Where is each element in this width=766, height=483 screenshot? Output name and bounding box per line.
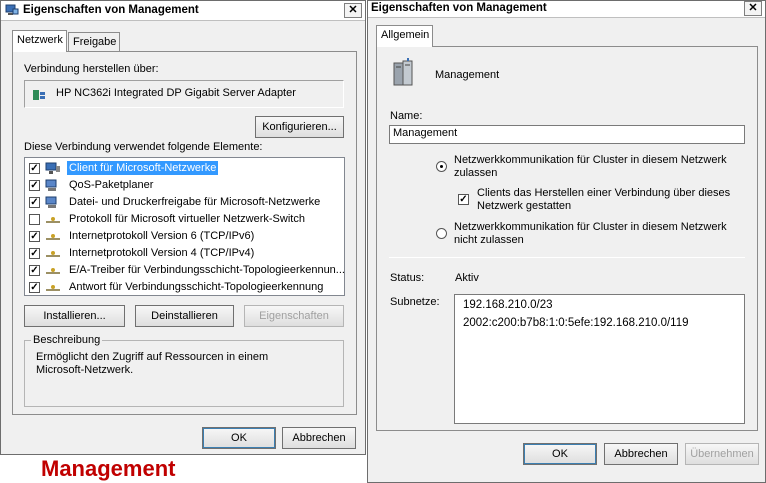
elements-label: Diese Verbindung verwendet folgende Elem… bbox=[24, 141, 263, 153]
list-item[interactable]: ✓ Client für Microsoft-Netzwerke bbox=[29, 160, 339, 177]
subnets-list[interactable]: 192.168.210.0/23 2002:c200:b7b8:1:0:5efe… bbox=[454, 294, 745, 424]
description-legend: Beschreibung bbox=[31, 334, 103, 346]
description-text-line1: Ermöglicht den Zugriff auf Ressourcen in… bbox=[36, 351, 269, 363]
tab-allgemein-label: Allgemein bbox=[381, 29, 430, 41]
allow-clients-checkbox[interactable]: ✓ bbox=[458, 194, 469, 205]
list-item[interactable]: ✓ Internetprotokoll Version 6 (TCP/IPv6) bbox=[29, 228, 339, 245]
component-checkbox[interactable] bbox=[29, 214, 40, 225]
network-adapter-icon bbox=[33, 90, 45, 100]
protocol-icon bbox=[46, 285, 60, 291]
radio-allow-cluster[interactable] bbox=[436, 161, 447, 172]
protocol-icon bbox=[46, 268, 60, 274]
right-properties-dialog: Eigenschaften von Management ✕ Allgemein… bbox=[367, 0, 766, 483]
allow-clients-label-line2: Netzwerk gestatten bbox=[477, 200, 572, 212]
qos-icon bbox=[45, 179, 57, 191]
component-checkbox[interactable]: ✓ bbox=[29, 248, 40, 259]
component-label: Internetprotokoll Version 4 (TCP/IPv4) bbox=[69, 247, 255, 259]
radio-deny-label-line2: nicht zulassen bbox=[454, 234, 524, 246]
tab-freigabe-label: Freigabe bbox=[73, 36, 117, 48]
tab-netzwerk-label: Netzwerk bbox=[17, 34, 63, 46]
status-value: Aktiv bbox=[455, 272, 479, 284]
separator bbox=[389, 257, 745, 258]
component-checkbox[interactable]: ✓ bbox=[29, 231, 40, 242]
network-client-icon bbox=[45, 162, 60, 174]
list-item[interactable]: Protokoll für Microsoft virtueller Netzw… bbox=[29, 211, 339, 228]
name-label: Name: bbox=[390, 110, 423, 122]
allow-clients-label-line1: Clients das Herstellen einer Verbindung … bbox=[477, 187, 731, 199]
radio-allow-label-line1: Netzwerkkommunikation für Cluster in die… bbox=[454, 154, 727, 166]
apply-button[interactable]: Übernehmen bbox=[685, 443, 759, 465]
component-label: QoS-Paketplaner bbox=[69, 179, 154, 191]
protocol-icon bbox=[46, 251, 60, 257]
tab-netzwerk[interactable]: Netzwerk bbox=[12, 30, 67, 52]
left-titlebar[interactable]: Eigenschaften von Management ✕ bbox=[1, 1, 365, 21]
cancel-button[interactable]: Abbrechen bbox=[282, 427, 356, 449]
component-checkbox[interactable]: ✓ bbox=[29, 197, 40, 208]
properties-button[interactable]: Eigenschaften bbox=[244, 305, 344, 327]
radio-allow-label-line2: zulassen bbox=[454, 167, 498, 179]
adapter-name: HP NC362i Integrated DP Gigabit Server A… bbox=[56, 87, 296, 99]
tab-allgemein[interactable]: Allgemein bbox=[376, 25, 433, 47]
network-connection-icon bbox=[5, 4, 19, 15]
list-item: 192.168.210.0/23 bbox=[463, 299, 553, 311]
adapter-field: HP NC362i Integrated DP Gigabit Server A… bbox=[24, 80, 344, 108]
list-item[interactable]: ✓ Datei- und Druckerfreigabe für Microso… bbox=[29, 194, 339, 211]
server-icon bbox=[393, 58, 413, 86]
component-checkbox[interactable]: ✓ bbox=[29, 163, 40, 174]
component-label: Antwort für Verbindungsschicht-Topologie… bbox=[69, 281, 324, 293]
component-checkbox[interactable]: ✓ bbox=[29, 180, 40, 191]
netzwerk-tab-panel: Verbindung herstellen über: HP NC362i In… bbox=[12, 51, 357, 415]
uninstall-button[interactable]: Deinstallieren bbox=[135, 305, 234, 327]
network-name-header: Management bbox=[435, 69, 500, 81]
ok-button[interactable]: OK bbox=[523, 443, 597, 465]
left-window-title: Eigenschaften von Management bbox=[23, 4, 199, 16]
component-label: Client für Microsoft-Netzwerke bbox=[67, 161, 219, 175]
component-label: Datei- und Druckerfreigabe für Microsoft… bbox=[69, 196, 321, 208]
list-item[interactable]: ✓ Antwort für Verbindungsschicht-Topolog… bbox=[29, 279, 339, 296]
component-label: Protokoll für Microsoft virtueller Netzw… bbox=[69, 213, 305, 225]
list-item[interactable]: ✓ QoS-Paketplaner bbox=[29, 177, 339, 194]
description-group: Beschreibung Ermöglicht den Zugriff auf … bbox=[24, 334, 344, 407]
list-item[interactable]: ✓ E/A-Treiber für Verbindungsschicht-Top… bbox=[29, 262, 345, 279]
close-icon[interactable]: ✕ bbox=[744, 1, 762, 16]
component-checkbox[interactable]: ✓ bbox=[29, 265, 40, 276]
protocol-icon bbox=[46, 234, 60, 240]
status-label: Status: bbox=[390, 272, 425, 284]
caption-label: Management bbox=[41, 456, 176, 481]
right-window-title: Eigenschaften von Management bbox=[371, 2, 547, 14]
radio-deny-cluster[interactable] bbox=[436, 228, 447, 239]
install-button[interactable]: Installieren... bbox=[24, 305, 125, 327]
configure-button[interactable]: Konfigurieren... bbox=[255, 116, 344, 138]
description-text-line2: Microsoft-Netzwerk. bbox=[36, 364, 134, 376]
component-label: E/A-Treiber für Verbindungsschicht-Topol… bbox=[69, 264, 345, 276]
right-titlebar[interactable]: Eigenschaften von Management ✕ bbox=[368, 1, 765, 18]
components-list[interactable]: ✓ Client für Microsoft-Netzwerke ✓ QoS-P… bbox=[24, 157, 345, 296]
left-properties-dialog: Eigenschaften von Management ✕ Netzwerk … bbox=[0, 0, 366, 455]
ok-button[interactable]: OK bbox=[202, 427, 276, 449]
allgemein-tab-panel: Management Name: Management Netzwerkkomm… bbox=[376, 46, 758, 431]
subnets-label: Subnetze: bbox=[390, 296, 440, 308]
connect-using-label: Verbindung herstellen über: bbox=[24, 63, 159, 75]
name-input[interactable]: Management bbox=[389, 125, 745, 144]
file-printer-sharing-icon bbox=[45, 196, 57, 208]
protocol-icon bbox=[46, 217, 60, 223]
close-icon[interactable]: ✕ bbox=[344, 3, 362, 18]
tab-freigabe[interactable]: Freigabe bbox=[68, 32, 120, 52]
component-label: Internetprotokoll Version 6 (TCP/IPv6) bbox=[69, 230, 255, 242]
radio-deny-label-line1: Netzwerkkommunikation für Cluster in die… bbox=[454, 221, 727, 233]
list-item[interactable]: ✓ Internetprotokoll Version 4 (TCP/IPv4) bbox=[29, 245, 339, 262]
cancel-button[interactable]: Abbrechen bbox=[604, 443, 678, 465]
component-checkbox[interactable]: ✓ bbox=[29, 282, 40, 293]
list-item: 2002:c200:b7b8:1:0:5efe:192.168.210.0/11… bbox=[463, 317, 689, 329]
